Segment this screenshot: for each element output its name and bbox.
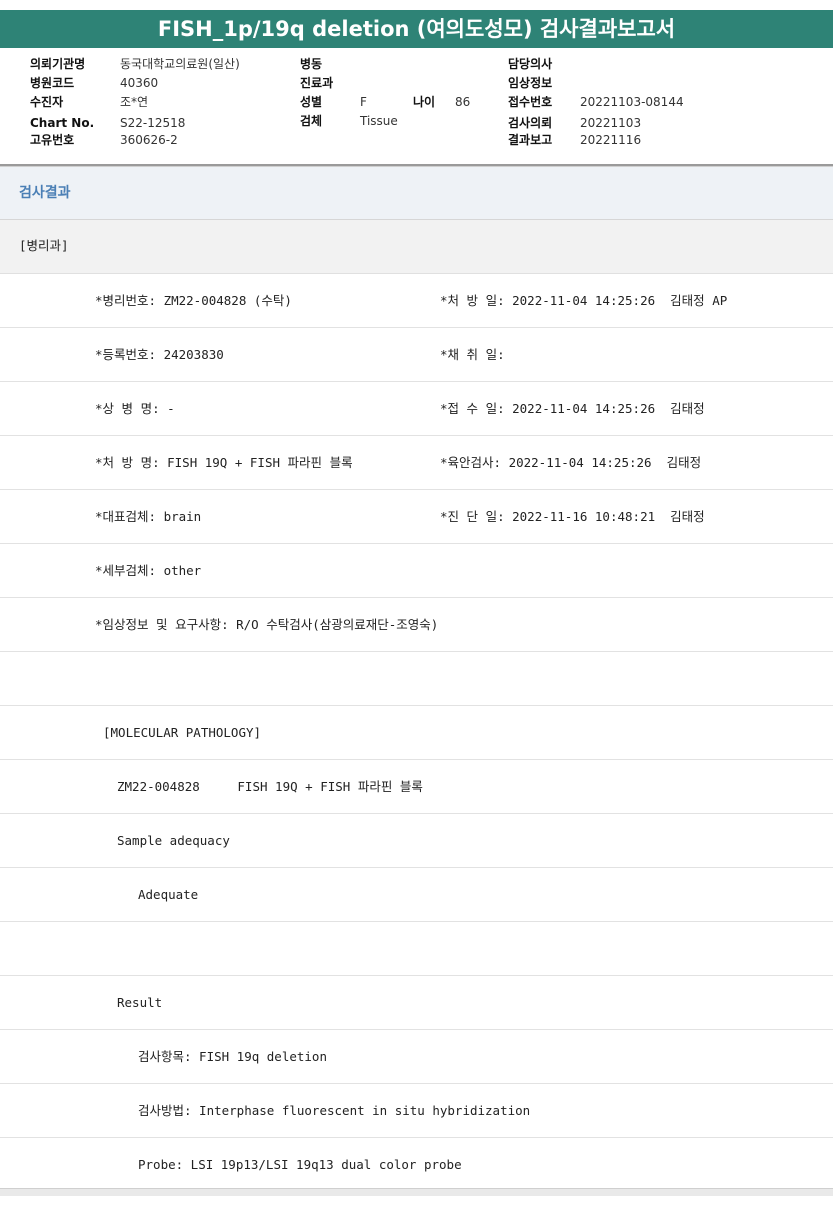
detail-row: *대표검체: brain *진 단 일: 2022-11-16 10:48:21… — [0, 490, 833, 544]
results-section-title: 검사결과 — [0, 166, 833, 220]
result-line: Probe: LSI 19p13/LSI 19q13 dual color pr… — [0, 1138, 833, 1192]
ward-label: 병동 — [300, 57, 323, 71]
order-date: *처 방 일: 2022-11-04 14:25:26 김태정 AP — [440, 293, 728, 308]
sex-label: 성별 — [300, 95, 323, 109]
unique-id-label: 고유번호 — [30, 133, 75, 147]
request-date-value: 20221103 — [580, 116, 642, 130]
gross-exam-date: *육안검사: 2022-11-04 14:25:26 김태정 — [440, 455, 702, 470]
receipt-no-value: 20221103-08144 — [580, 95, 684, 109]
result-line: Result — [0, 976, 833, 1030]
sample-adequacy-value: Adequate — [138, 887, 199, 902]
result-line: 검사항목: FISH 19q deletion — [0, 1030, 833, 1084]
doctor-label: 담당의사 — [508, 57, 553, 71]
report-date-label: 결과보고 — [508, 133, 553, 147]
test-method: 검사방법: Interphase fluorescent in situ hyb… — [138, 1103, 531, 1118]
report-title: FISH_1p/19q deletion (여의도성모) 검사결과보고서 — [0, 10, 833, 48]
clinical-info-label: 임상정보 — [508, 76, 553, 90]
molecular-pathology-heading: [MOLECULAR PATHOLOGY] — [103, 725, 262, 740]
chart-no-value: S22-12518 — [120, 116, 186, 130]
report-date-value: 20221116 — [580, 133, 642, 147]
department-heading: [병리과] — [0, 220, 833, 274]
clinical-request: *임상정보 및 요구사항: R/O 수탁검사(삼광의료재단-조영숙) — [95, 617, 439, 632]
receipt-date: *접 수 일: 2022-11-04 14:25:26 김태정 — [440, 401, 705, 416]
receipt-no-label: 접수번호 — [508, 95, 553, 109]
age-value: 86 — [455, 95, 471, 109]
result-line — [0, 922, 833, 976]
institution-label: 의뢰기관명 — [30, 57, 86, 71]
detail-row: *세부검체: other — [0, 544, 833, 598]
result-line: ZM22-004828 FISH 19Q + FISH 파라핀 블록 — [0, 760, 833, 814]
detail-row: *병리번호: ZM22-004828 (수탁) *처 방 일: 2022-11-… — [0, 274, 833, 328]
result-line: 검사방법: Interphase fluorescent in situ hyb… — [0, 1084, 833, 1138]
chart-no-label: Chart No. — [30, 116, 95, 130]
result-line — [0, 652, 833, 706]
unique-id-value: 360626-2 — [120, 133, 178, 147]
sex-value: F — [360, 95, 367, 109]
result-heading: Result — [117, 995, 163, 1010]
representative-specimen: *대표검체: brain — [95, 509, 202, 524]
department-label: 진료과 — [300, 76, 334, 90]
bottom-scroll-edge — [0, 1188, 833, 1196]
test-item: 검사항목: FISH 19q deletion — [138, 1049, 327, 1064]
patient-value: 조*연 — [120, 95, 149, 109]
diagnosis-name: *상 병 명: - — [95, 401, 175, 416]
registration-no: *등록번호: 24203830 — [95, 347, 224, 362]
specimen-value: Tissue — [360, 114, 398, 128]
result-line: Adequate — [0, 868, 833, 922]
detail-row: *임상정보 및 요구사항: R/O 수탁검사(삼광의료재단-조영숙) — [0, 598, 833, 652]
result-line: Sample adequacy — [0, 814, 833, 868]
specimen-label: 검체 — [300, 114, 323, 128]
detail-specimen: *세부검체: other — [95, 563, 202, 578]
detail-row: *처 방 명: FISH 19Q + FISH 파라핀 블록 *육안검사: 20… — [0, 436, 833, 490]
collection-date: *채 취 일: — [440, 347, 505, 362]
institution-value: 동국대학교의료원(일산) — [120, 57, 240, 71]
diagnosis-date: *진 단 일: 2022-11-16 10:48:21 김태정 — [440, 509, 705, 524]
detail-row: *상 병 명: - *접 수 일: 2022-11-04 14:25:26 김태… — [0, 382, 833, 436]
order-name: *처 방 명: FISH 19Q + FISH 파라핀 블록 — [95, 455, 353, 470]
patient-label: 수진자 — [30, 95, 64, 109]
result-line: [MOLECULAR PATHOLOGY] — [0, 706, 833, 760]
pathology-no: *병리번호: ZM22-004828 (수탁) — [95, 293, 292, 308]
age-label: 나이 — [413, 95, 436, 109]
detail-row: *등록번호: 24203830 *채 취 일: — [0, 328, 833, 382]
hospital-code-value: 40360 — [120, 76, 159, 90]
hospital-code-label: 병원코드 — [30, 76, 75, 90]
case-order-line: ZM22-004828 FISH 19Q + FISH 파라핀 블록 — [117, 779, 423, 794]
probe-info: Probe: LSI 19p13/LSI 19q13 dual color pr… — [138, 1157, 462, 1172]
request-date-label: 검사의뢰 — [508, 116, 553, 130]
sample-adequacy-heading: Sample adequacy — [117, 833, 230, 848]
